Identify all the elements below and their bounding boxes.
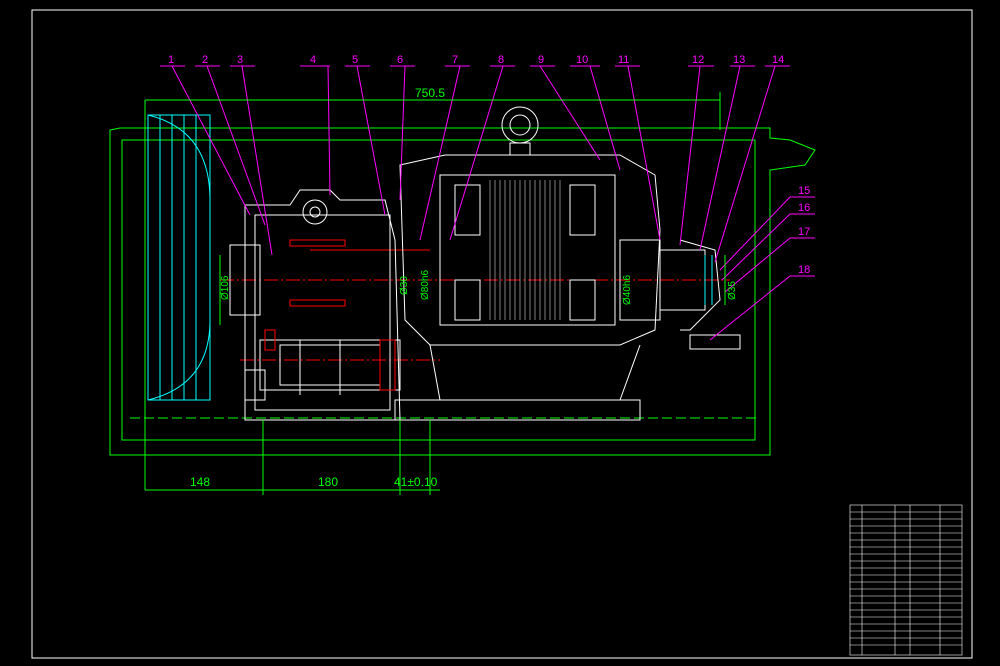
part-label: 4 xyxy=(310,54,316,66)
right-end-cap xyxy=(619,239,741,350)
part-label: 16 xyxy=(798,202,810,214)
tolerance-gap-dimension: 41±0.10 xyxy=(394,475,438,489)
centerlines xyxy=(220,249,730,361)
housing-length-dimension: 180 xyxy=(318,475,338,489)
part-label: 15 xyxy=(798,185,810,197)
dia-right-a-dimension: Ø40h6 xyxy=(622,275,633,305)
part-label: 13 xyxy=(733,54,745,66)
part-label: 18 xyxy=(798,264,810,276)
dia-small-dimension: Ø30 xyxy=(399,276,410,295)
leader-lines xyxy=(160,65,815,341)
part-label: 6 xyxy=(397,54,403,66)
part-label: 17 xyxy=(798,226,810,238)
part-label: 2 xyxy=(202,54,208,66)
cad-drawing: 1 2 3 4 5 6 7 8 9 10 11 12 13 14 15 16 1… xyxy=(31,9,973,659)
overall-length-dimension: 750.5 xyxy=(415,86,445,100)
dia-left-dimension: Ø106 xyxy=(220,275,231,300)
gearbox-housing xyxy=(229,189,401,421)
part-label: 3 xyxy=(237,54,243,66)
base-frame xyxy=(109,100,816,490)
dia-right-b-dimension: Ø35 xyxy=(727,281,738,300)
part-label: 11 xyxy=(618,54,629,66)
section-hatching xyxy=(264,239,396,391)
part-label: 8 xyxy=(498,54,504,66)
part-label: 5 xyxy=(352,54,358,66)
v-belt-pulley xyxy=(147,114,211,401)
part-label-group: 1 2 3 4 5 6 7 8 9 10 11 12 13 14 15 16 1… xyxy=(168,54,810,276)
part-label: 12 xyxy=(692,54,704,66)
part-label: 10 xyxy=(576,54,588,66)
dimension-lines xyxy=(145,92,726,495)
title-block xyxy=(849,504,963,656)
part-label: 14 xyxy=(772,54,784,66)
dia-center-dimension: Ø80h6 xyxy=(420,270,431,300)
part-label: 9 xyxy=(538,54,544,66)
pulley-offset-dimension: 148 xyxy=(190,475,210,489)
part-label: 7 xyxy=(452,54,458,66)
part-label: 1 xyxy=(168,54,174,66)
drawing-border xyxy=(31,9,973,659)
